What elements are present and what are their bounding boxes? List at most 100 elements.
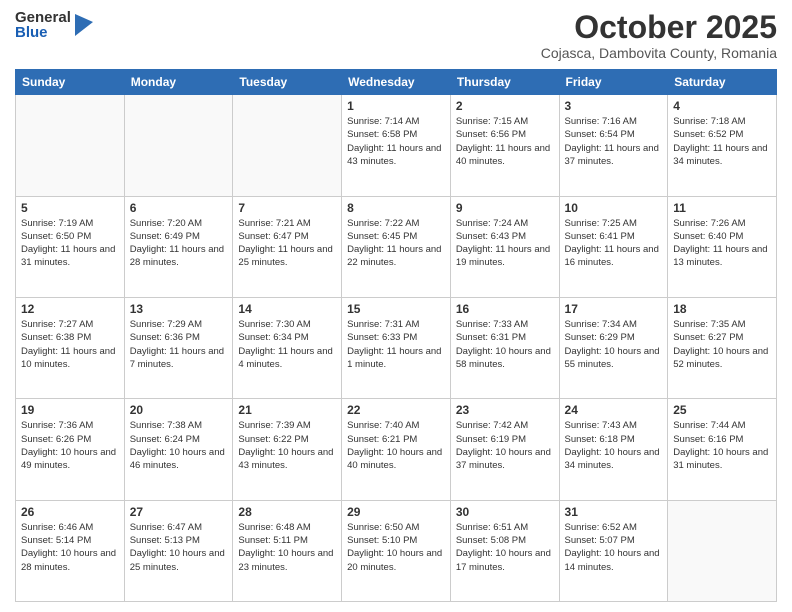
day-cell: 29 Sunrise: 6:50 AM Sunset: 5:10 PM Dayli… [342, 500, 451, 601]
day-number: 13 [130, 302, 228, 316]
header: General Blue October 2025 Cojasca, Dambo… [15, 10, 777, 61]
day-number: 22 [347, 403, 445, 417]
day-info: Sunrise: 7:18 AM Sunset: 6:52 PM Dayligh… [673, 115, 771, 168]
day-info: Sunrise: 7:40 AM Sunset: 6:21 PM Dayligh… [347, 419, 445, 472]
day-info: Sunrise: 7:27 AM Sunset: 6:38 PM Dayligh… [21, 318, 119, 371]
day-info: Sunrise: 6:51 AM Sunset: 5:08 PM Dayligh… [456, 521, 554, 574]
day-info: Sunrise: 7:21 AM Sunset: 6:47 PM Dayligh… [238, 217, 336, 270]
day-info: Sunrise: 7:39 AM Sunset: 6:22 PM Dayligh… [238, 419, 336, 472]
day-info: Sunrise: 7:35 AM Sunset: 6:27 PM Dayligh… [673, 318, 771, 371]
day-number: 6 [130, 201, 228, 215]
day-number: 17 [565, 302, 663, 316]
week-row-3: 12 Sunrise: 7:27 AM Sunset: 6:38 PM Dayli… [16, 297, 777, 398]
day-info: Sunrise: 7:29 AM Sunset: 6:36 PM Dayligh… [130, 318, 228, 371]
day-number: 27 [130, 505, 228, 519]
col-wednesday: Wednesday [342, 70, 451, 95]
day-info: Sunrise: 7:14 AM Sunset: 6:58 PM Dayligh… [347, 115, 445, 168]
day-info: Sunrise: 6:52 AM Sunset: 5:07 PM Dayligh… [565, 521, 663, 574]
day-cell: 30 Sunrise: 6:51 AM Sunset: 5:08 PM Dayli… [450, 500, 559, 601]
day-cell: 3Sunrise: 7:16 AM Sunset: 6:54 PM Daylig… [559, 95, 668, 196]
day-number: 28 [238, 505, 336, 519]
week-row-2: 5Sunrise: 7:19 AM Sunset: 6:50 PM Daylig… [16, 196, 777, 297]
day-cell: 13 Sunrise: 7:29 AM Sunset: 6:36 PM Dayli… [124, 297, 233, 398]
day-cell: 26 Sunrise: 6:46 AM Sunset: 5:14 PM Dayli… [16, 500, 125, 601]
day-cell: 2 Sunrise: 7:15 AM Sunset: 6:56 PM Daylig… [450, 95, 559, 196]
day-number: 11 [673, 201, 771, 215]
day-cell: 31 Sunrise: 6:52 AM Sunset: 5:07 PM Dayli… [559, 500, 668, 601]
day-number: 9 [456, 201, 554, 215]
day-info: Sunrise: 7:34 AM Sunset: 6:29 PM Dayligh… [565, 318, 663, 371]
day-number: 23 [456, 403, 554, 417]
day-number: 29 [347, 505, 445, 519]
day-cell: 10 Sunrise: 7:25 AM Sunset: 6:41 PM Dayli… [559, 196, 668, 297]
day-cell: 1 Sunrise: 7:14 AM Sunset: 6:58 PM Daylig… [342, 95, 451, 196]
day-number: 7 [238, 201, 336, 215]
logo-blue: Blue [15, 25, 71, 40]
col-sunday: Sunday [16, 70, 125, 95]
day-number: 2 [456, 99, 554, 113]
day-cell: 6Sunrise: 7:20 AM Sunset: 6:49 PM Daylig… [124, 196, 233, 297]
week-row-1: 1 Sunrise: 7:14 AM Sunset: 6:58 PM Daylig… [16, 95, 777, 196]
day-number: 12 [21, 302, 119, 316]
calendar-header: Sunday Monday Tuesday Wednesday Thursday… [16, 70, 777, 95]
day-cell: 19 Sunrise: 7:36 AM Sunset: 6:26 PM Dayli… [16, 399, 125, 500]
col-thursday: Thursday [450, 70, 559, 95]
day-cell: 8 Sunrise: 7:22 AM Sunset: 6:45 PM Daylig… [342, 196, 451, 297]
day-cell: 27Sunrise: 6:47 AM Sunset: 5:13 PM Dayli… [124, 500, 233, 601]
day-cell: 7 Sunrise: 7:21 AM Sunset: 6:47 PM Daylig… [233, 196, 342, 297]
day-number: 14 [238, 302, 336, 316]
week-row-4: 19 Sunrise: 7:36 AM Sunset: 6:26 PM Dayli… [16, 399, 777, 500]
day-number: 30 [456, 505, 554, 519]
day-number: 24 [565, 403, 663, 417]
calendar-body: 1 Sunrise: 7:14 AM Sunset: 6:58 PM Daylig… [16, 95, 777, 602]
day-info: Sunrise: 7:31 AM Sunset: 6:33 PM Dayligh… [347, 318, 445, 371]
day-info: Sunrise: 7:25 AM Sunset: 6:41 PM Dayligh… [565, 217, 663, 270]
day-info: Sunrise: 7:44 AM Sunset: 6:16 PM Dayligh… [673, 419, 771, 472]
day-cell: 12 Sunrise: 7:27 AM Sunset: 6:38 PM Dayli… [16, 297, 125, 398]
day-cell: 24 Sunrise: 7:43 AM Sunset: 6:18 PM Dayli… [559, 399, 668, 500]
day-number: 31 [565, 505, 663, 519]
col-monday: Monday [124, 70, 233, 95]
col-tuesday: Tuesday [233, 70, 342, 95]
day-info: Sunrise: 7:24 AM Sunset: 6:43 PM Dayligh… [456, 217, 554, 270]
day-cell: 16Sunrise: 7:33 AM Sunset: 6:31 PM Dayli… [450, 297, 559, 398]
day-cell: 25 Sunrise: 7:44 AM Sunset: 6:16 PM Dayli… [668, 399, 777, 500]
day-info: Sunrise: 6:48 AM Sunset: 5:11 PM Dayligh… [238, 521, 336, 574]
day-cell: 4 Sunrise: 7:18 AM Sunset: 6:52 PM Daylig… [668, 95, 777, 196]
day-number: 10 [565, 201, 663, 215]
logo-icon [75, 14, 93, 36]
day-cell [668, 500, 777, 601]
day-info: Sunrise: 7:16 AM Sunset: 6:54 PM Dayligh… [565, 115, 663, 168]
day-number: 21 [238, 403, 336, 417]
day-cell: 5Sunrise: 7:19 AM Sunset: 6:50 PM Daylig… [16, 196, 125, 297]
day-cell: 11Sunrise: 7:26 AM Sunset: 6:40 PM Dayli… [668, 196, 777, 297]
calendar-table: Sunday Monday Tuesday Wednesday Thursday… [15, 69, 777, 602]
day-number: 19 [21, 403, 119, 417]
day-number: 16 [456, 302, 554, 316]
day-cell: 14Sunrise: 7:30 AM Sunset: 6:34 PM Dayli… [233, 297, 342, 398]
day-info: Sunrise: 7:22 AM Sunset: 6:45 PM Dayligh… [347, 217, 445, 270]
day-cell: 17 Sunrise: 7:34 AM Sunset: 6:29 PM Dayli… [559, 297, 668, 398]
subtitle: Cojasca, Dambovita County, Romania [541, 45, 777, 61]
day-cell: 21 Sunrise: 7:39 AM Sunset: 6:22 PM Dayli… [233, 399, 342, 500]
day-cell: 9 Sunrise: 7:24 AM Sunset: 6:43 PM Daylig… [450, 196, 559, 297]
day-number: 20 [130, 403, 228, 417]
title-block: October 2025 Cojasca, Dambovita County, … [541, 10, 777, 61]
day-info: Sunrise: 7:36 AM Sunset: 6:26 PM Dayligh… [21, 419, 119, 472]
day-info: Sunrise: 6:50 AM Sunset: 5:10 PM Dayligh… [347, 521, 445, 574]
day-info: Sunrise: 6:46 AM Sunset: 5:14 PM Dayligh… [21, 521, 119, 574]
day-number: 25 [673, 403, 771, 417]
day-number: 26 [21, 505, 119, 519]
day-number: 1 [347, 99, 445, 113]
day-cell: 28 Sunrise: 6:48 AM Sunset: 5:11 PM Dayli… [233, 500, 342, 601]
day-info: Sunrise: 7:15 AM Sunset: 6:56 PM Dayligh… [456, 115, 554, 168]
day-cell: 20Sunrise: 7:38 AM Sunset: 6:24 PM Dayli… [124, 399, 233, 500]
day-info: Sunrise: 7:43 AM Sunset: 6:18 PM Dayligh… [565, 419, 663, 472]
header-row: Sunday Monday Tuesday Wednesday Thursday… [16, 70, 777, 95]
day-number: 18 [673, 302, 771, 316]
day-number: 8 [347, 201, 445, 215]
day-cell: 23Sunrise: 7:42 AM Sunset: 6:19 PM Dayli… [450, 399, 559, 500]
day-number: 4 [673, 99, 771, 113]
day-cell [233, 95, 342, 196]
day-cell [16, 95, 125, 196]
